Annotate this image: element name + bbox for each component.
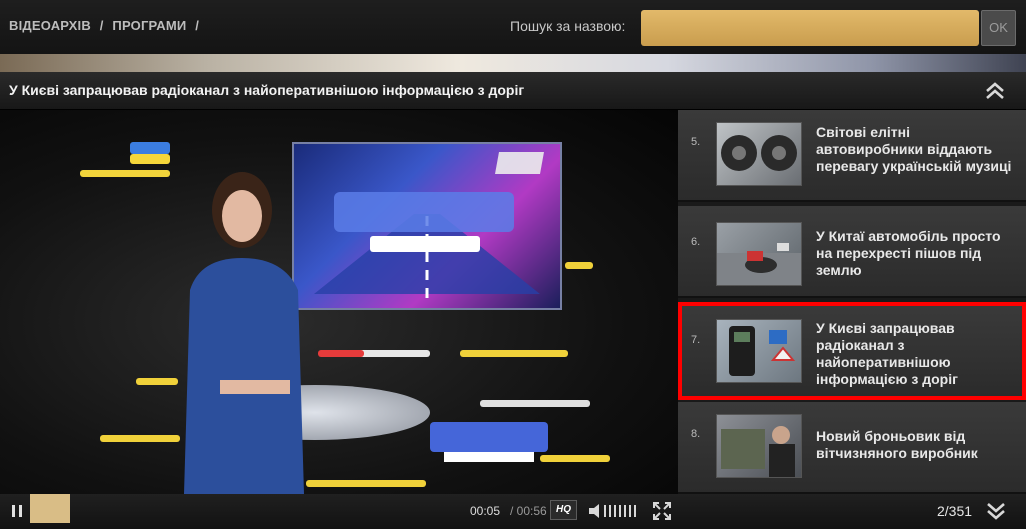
list-item-number: 5. <box>691 136 701 148</box>
breadcrumb-separator: / <box>195 18 200 33</box>
fullscreen-icon[interactable] <box>653 502 671 520</box>
list-item-title: У Києві запрацював радіоканал з найопера… <box>816 320 958 387</box>
title-bar: У Києві запрацював радіоканал з найопера… <box>0 72 1026 110</box>
decorative-band <box>0 54 1026 72</box>
studio-light-stripe <box>480 400 590 407</box>
list-item-selected[interactable]: 7. У Києві запрацював радіоканал з найоп… <box>678 302 1026 400</box>
progress-bar[interactable] <box>30 494 70 523</box>
studio-light-stripe <box>100 435 180 442</box>
page-counter: 2/351 <box>937 503 973 519</box>
search-input[interactable] <box>641 10 979 46</box>
studio-light-stripe <box>80 170 170 177</box>
studio-light-stripe <box>306 480 426 487</box>
speakers-thumbnail <box>716 122 802 186</box>
list-item[interactable]: 8. Новий броньовик від вітчизняного виро… <box>678 402 1026 494</box>
studio-light-stripe <box>540 455 610 462</box>
list-item-number: 8. <box>691 428 701 440</box>
pause-icon[interactable] <box>9 503 25 519</box>
double-chevron-up-icon[interactable] <box>984 80 1006 102</box>
player-controls: 00:05 / 00:56 HQ 2/351 <box>0 494 1026 529</box>
breadcrumb-item-videoarchive[interactable]: ВІДЕОАРХІВ <box>9 18 91 33</box>
list-item-number: 7. <box>691 334 701 346</box>
studio-light-stripe <box>565 262 593 269</box>
studio-screen <box>292 142 562 310</box>
search-ok-button[interactable]: OK <box>981 10 1016 46</box>
video-player[interactable] <box>0 110 678 494</box>
studio-light-stripe <box>318 350 364 357</box>
list-item-number: 6. <box>691 236 701 248</box>
radio-device-thumbnail <box>716 319 802 383</box>
flag-yellow <box>130 154 170 164</box>
playlist: 5. Світові елітні автовиробники віддають… <box>678 110 1026 494</box>
breadcrumb: ВІДЕОАРХІВ / ПРОГРАМИ / <box>9 18 204 33</box>
flag-blue <box>130 142 170 154</box>
list-item[interactable]: 5. Світові елітні автовиробники віддають… <box>678 110 1026 202</box>
list-item-title: Новий броньовик від вітчизняного виробни… <box>816 428 978 461</box>
volume-icon[interactable] <box>589 502 639 520</box>
breadcrumb-separator: / <box>99 18 104 33</box>
list-item-title: Світові елітні автовиробники віддають пе… <box>816 124 1012 174</box>
video-title: У Києві запрацював радіоканал з найопера… <box>9 82 525 98</box>
top-bar: ВІДЕОАРХІВ / ПРОГРАМИ / Пошук за назвою:… <box>0 0 1026 54</box>
presenter-figure <box>184 172 304 494</box>
search-label: Пошук за назвою: <box>510 18 626 34</box>
show-logo-watermark <box>430 422 548 462</box>
list-item-title: У Китаї автомобіль просто на перехресті … <box>816 228 1001 278</box>
time-current: 00:05 <box>470 504 501 518</box>
armored-vehicle-thumbnail <box>716 414 802 478</box>
video-frame <box>0 110 678 494</box>
time-total: / 00:56 <box>510 504 547 518</box>
show-logo-graphic <box>314 152 544 304</box>
road-sinkhole-thumbnail <box>716 222 802 286</box>
double-chevron-down-icon[interactable] <box>985 500 1007 522</box>
hq-button[interactable]: HQ <box>550 500 577 520</box>
studio-light-stripe <box>136 378 178 385</box>
breadcrumb-item-programs[interactable]: ПРОГРАМИ <box>112 18 186 33</box>
list-item[interactable]: 6. У Китаї автомобіль просто на перехрес… <box>678 206 1026 298</box>
studio-light-stripe <box>460 350 568 357</box>
